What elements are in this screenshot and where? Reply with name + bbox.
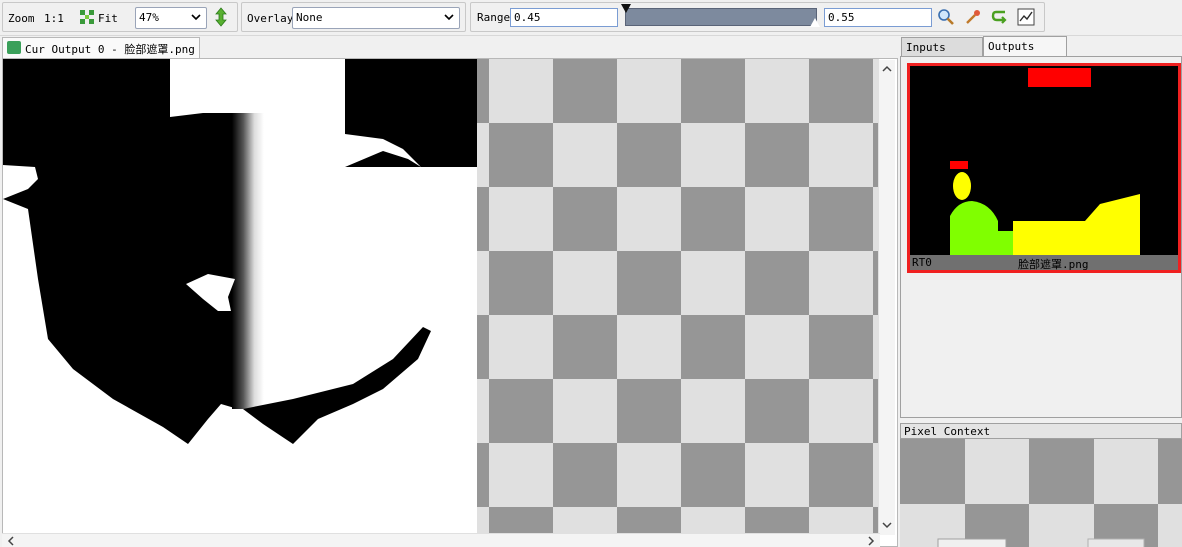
chevron-down-icon <box>190 11 202 23</box>
range-label: Range <box>477 11 511 24</box>
pixel-context-view[interactable] <box>900 439 1182 547</box>
overlay-value: None <box>296 11 323 24</box>
range-max-input[interactable]: 0.55 <box>824 8 932 27</box>
overlay-label: Overlay <box>247 12 294 25</box>
fit-icon[interactable] <box>78 8 96 26</box>
histogram-icon[interactable] <box>1016 7 1036 27</box>
tab-inputs[interactable]: Inputs <box>901 37 983 57</box>
chevron-down-icon <box>443 11 455 23</box>
range-max-handle[interactable] <box>810 18 820 27</box>
zoom-value: 47% <box>139 11 159 24</box>
pixel-context-canvas <box>900 439 1182 547</box>
magnifier-icon[interactable] <box>936 7 956 27</box>
thumbnail-slot: RT0 <box>912 256 932 269</box>
right-panel-tabs: Inputs Outputs <box>900 36 1182 57</box>
undo-icon[interactable] <box>990 7 1010 27</box>
thumbnail-caption: RT0 脸部遮罩.png <box>910 255 1178 271</box>
vertical-scrollbar[interactable] <box>878 60 895 535</box>
color-picker-icon[interactable] <box>963 7 983 27</box>
thumbnail-filename: 脸部遮罩.png <box>1018 258 1089 271</box>
fit-button[interactable]: Fit <box>98 12 118 25</box>
zoom-1to1-button[interactable]: 1:1 <box>44 12 64 25</box>
zoom-group: Zoom 1:1 Fit 47% <box>2 2 238 32</box>
tab-title: Cur Output 0 - 脸部遮罩.png <box>25 43 195 56</box>
scroll-down-icon[interactable] <box>880 518 894 532</box>
overlay-group: Overlay None <box>241 2 466 32</box>
tab-outputs[interactable]: Outputs <box>983 36 1067 57</box>
image-icon <box>7 41 21 54</box>
zoom-select[interactable]: 47% <box>135 7 207 29</box>
horizontal-scrollbar[interactable] <box>2 533 880 547</box>
overlay-select[interactable]: None <box>292 7 460 29</box>
scroll-left-icon[interactable] <box>4 534 18 547</box>
range-min-input[interactable]: 0.45 <box>510 8 618 27</box>
thumbnail-image <box>910 66 1178 255</box>
scroll-right-icon[interactable] <box>864 534 878 547</box>
range-min-handle[interactable] <box>621 4 631 13</box>
texture-viewport[interactable] <box>2 58 898 547</box>
zoom-label: Zoom <box>8 12 35 25</box>
vertical-flip-icon[interactable] <box>211 7 231 27</box>
texture-canvas <box>3 59 879 534</box>
pixel-context-header: Pixel Context <box>900 423 1182 439</box>
scroll-up-icon[interactable] <box>880 62 894 76</box>
tab-cur-output[interactable]: Cur Output 0 - 脸部遮罩.png <box>2 37 200 58</box>
toolbar: Zoom 1:1 Fit 47% Overlay None Range 0.45… <box>0 0 1182 36</box>
range-slider[interactable] <box>625 8 817 26</box>
output-thumbnail-rt0[interactable]: RT0 脸部遮罩.png <box>907 63 1181 273</box>
